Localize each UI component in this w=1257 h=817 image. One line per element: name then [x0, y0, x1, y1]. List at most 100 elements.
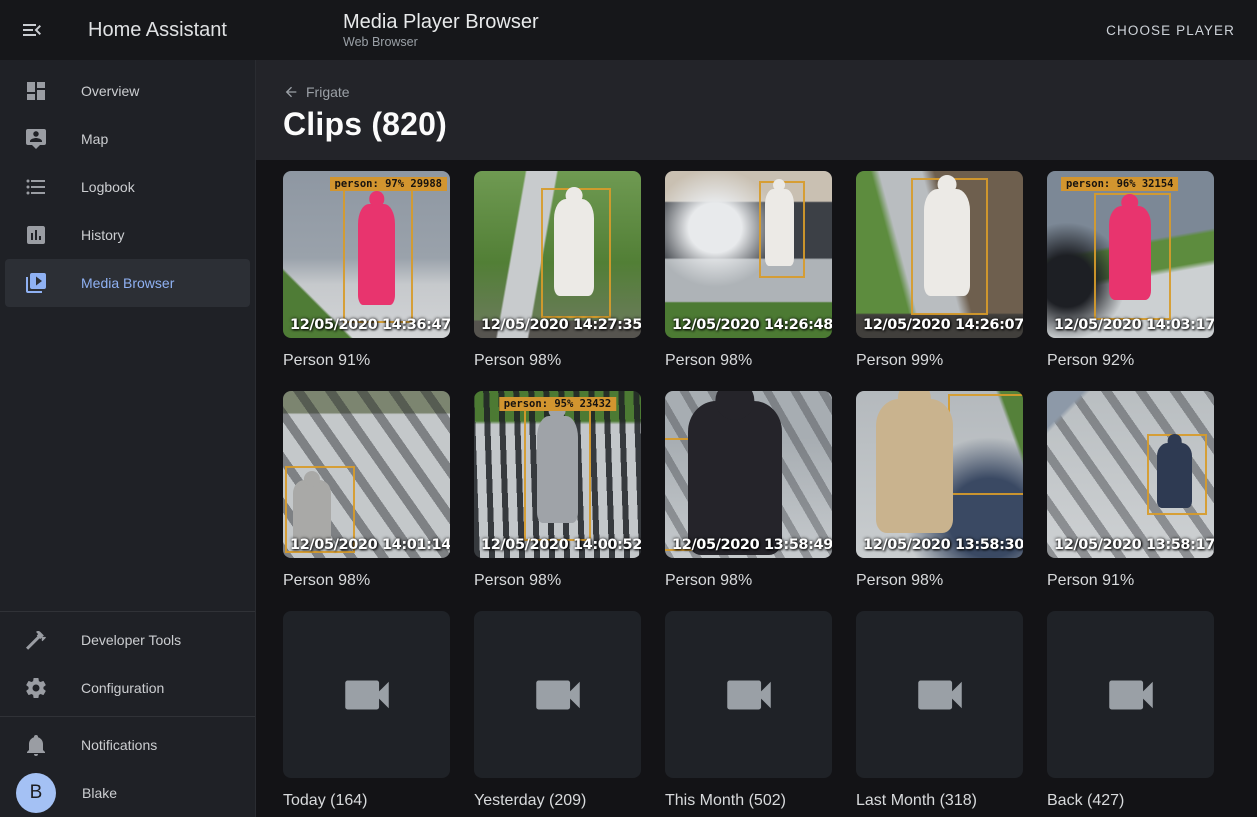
panel-header: Media Player Browser Web Browser CHOOSE …	[256, 10, 1257, 50]
clip-thumbnail: 12/05/2020 13:58:49	[665, 391, 832, 558]
video-camera-icon	[1102, 666, 1160, 724]
folder-thumbnail	[474, 611, 641, 778]
clip-item[interactable]: 12/05/2020 14:27:35 Person 98%	[474, 171, 641, 371]
clip-thumbnail: person: 96% 32154 12/05/2020 14:03:17	[1047, 171, 1214, 338]
folder-thumbnail	[283, 611, 450, 778]
sidebar-item-label: Map	[81, 131, 108, 147]
sidebar-item-label: Notifications	[81, 737, 157, 753]
clips-grid: person: 97% 29988 12/05/2020 14:36:47 Pe…	[283, 171, 1237, 811]
clip-timestamp-overlay: 12/05/2020 14:26:48	[672, 317, 832, 333]
video-camera-icon	[338, 666, 396, 724]
folder-item[interactable]: Last Month (318)	[856, 611, 1023, 811]
sidebar-header: Home Assistant	[0, 18, 256, 42]
folder-item[interactable]: This Month (502)	[665, 611, 832, 811]
detection-label: person: 95% 23432	[499, 397, 616, 411]
bell-icon	[24, 733, 48, 757]
clip-item[interactable]: 12/05/2020 13:58:49 Person 98%	[665, 391, 832, 591]
clip-label: Person 91%	[1047, 571, 1214, 591]
sidebar-item-label: Media Browser	[81, 275, 174, 291]
detection-bbox	[948, 394, 1023, 494]
video-camera-icon	[720, 666, 778, 724]
clip-item[interactable]: person: 95% 23432 12/05/2020 14:00:52 Pe…	[474, 391, 641, 591]
detection-label: person: 96% 32154	[1061, 177, 1178, 191]
choose-player-button[interactable]: CHOOSE PLAYER	[1104, 15, 1237, 46]
sidebar-item-logbook[interactable]: Logbook	[5, 163, 250, 211]
map-person-icon	[24, 127, 48, 151]
clip-timestamp-overlay: 12/05/2020 14:26:07	[863, 317, 1023, 333]
sidebar-item-map[interactable]: Map	[5, 115, 250, 163]
sidebar-item-label: History	[81, 227, 125, 243]
folder-label: Today (164)	[283, 791, 450, 811]
person-silhouette	[1157, 443, 1192, 508]
clip-thumbnail: 12/05/2020 13:58:30	[856, 391, 1023, 558]
clip-label: Person 98%	[474, 571, 641, 591]
play-box-multiple-icon	[24, 271, 48, 295]
clip-item[interactable]: person: 97% 29988 12/05/2020 14:36:47 Pe…	[283, 171, 450, 371]
sidebar-item-history[interactable]: History	[5, 211, 250, 259]
person-silhouette	[765, 189, 793, 266]
main-panel: Frigate Clips (820) person: 97% 29988 12…	[256, 60, 1257, 817]
clip-label: Person 92%	[1047, 351, 1214, 371]
folder-thumbnail	[1047, 611, 1214, 778]
sidebar-item-profile[interactable]: B Blake	[5, 769, 250, 817]
top-app-bar: Home Assistant Media Player Browser Web …	[0, 0, 1257, 60]
sidebar-item-label: Developer Tools	[81, 632, 181, 648]
clip-timestamp-overlay: 12/05/2020 13:58:30	[863, 537, 1023, 553]
clip-timestamp-overlay: 12/05/2020 13:58:17	[1054, 537, 1214, 553]
folder-label: Back (427)	[1047, 791, 1214, 811]
breadcrumb-back-button[interactable]: Frigate	[283, 84, 350, 100]
clip-thumbnail: 12/05/2020 14:26:48	[665, 171, 832, 338]
sidebar-item-label: Overview	[81, 83, 139, 99]
panel-subtitle: Web Browser	[343, 34, 539, 50]
clip-thumbnail: person: 95% 23432 12/05/2020 14:00:52	[474, 391, 641, 558]
sidebar-divider	[0, 716, 255, 717]
gear-icon	[24, 676, 48, 700]
sidebar: Overview Map Logbook History Media Brows…	[0, 60, 256, 817]
clip-item[interactable]: 12/05/2020 13:58:30 Person 98%	[856, 391, 1023, 591]
clip-timestamp-overlay: 12/05/2020 14:27:35	[481, 317, 641, 333]
folder-label: Yesterday (209)	[474, 791, 641, 811]
clip-item[interactable]: 12/05/2020 13:58:17 Person 91%	[1047, 391, 1214, 591]
clip-item[interactable]: 12/05/2020 14:26:48 Person 98%	[665, 171, 832, 371]
sidebar-item-configuration[interactable]: Configuration	[5, 664, 250, 712]
clip-thumbnail: 12/05/2020 13:58:17	[1047, 391, 1214, 558]
clip-timestamp-overlay: 12/05/2020 14:00:52	[481, 537, 641, 553]
hammer-icon	[24, 628, 48, 652]
sidebar-item-developer-tools[interactable]: Developer Tools	[5, 616, 250, 664]
menu-open-icon	[20, 18, 44, 42]
person-silhouette	[554, 199, 594, 296]
person-silhouette	[358, 204, 395, 304]
page-title: Clips (820)	[283, 106, 1257, 143]
clip-label: Person 98%	[665, 351, 832, 371]
clip-item[interactable]: person: 96% 32154 12/05/2020 14:03:17 Pe…	[1047, 171, 1214, 371]
detection-label: person: 97% 29988	[330, 177, 447, 191]
avatar: B	[16, 773, 56, 813]
clip-label: Person 98%	[474, 351, 641, 371]
menu-open-button[interactable]	[20, 18, 44, 42]
sidebar-divider	[0, 611, 255, 612]
person-silhouette	[924, 189, 969, 296]
sidebar-item-media-browser[interactable]: Media Browser	[5, 259, 250, 307]
clip-label: Person 91%	[283, 351, 450, 371]
folder-item[interactable]: Today (164)	[283, 611, 450, 811]
person-silhouette	[537, 416, 577, 523]
clip-thumbnail: 12/05/2020 14:01:14	[283, 391, 450, 558]
clip-thumbnail: person: 97% 29988 12/05/2020 14:36:47	[283, 171, 450, 338]
profile-name: Blake	[82, 785, 117, 801]
clip-label: Person 98%	[665, 571, 832, 591]
clip-item[interactable]: 12/05/2020 14:26:07 Person 99%	[856, 171, 1023, 371]
breadcrumb-label: Frigate	[306, 84, 350, 100]
app-title: Home Assistant	[88, 19, 227, 42]
list-bulleted-icon	[24, 175, 48, 199]
clip-timestamp-overlay: 12/05/2020 13:58:49	[672, 537, 832, 553]
folder-item[interactable]: Yesterday (209)	[474, 611, 641, 811]
sidebar-item-notifications[interactable]: Notifications	[5, 721, 250, 769]
sidebar-spacer	[0, 307, 255, 607]
clip-timestamp-overlay: 12/05/2020 14:03:17	[1054, 317, 1214, 333]
folder-item[interactable]: Back (427)	[1047, 611, 1214, 811]
folder-label: This Month (502)	[665, 791, 832, 811]
clip-item[interactable]: 12/05/2020 14:01:14 Person 98%	[283, 391, 450, 591]
video-camera-icon	[911, 666, 969, 724]
person-silhouette	[688, 401, 782, 555]
sidebar-item-overview[interactable]: Overview	[5, 67, 250, 115]
